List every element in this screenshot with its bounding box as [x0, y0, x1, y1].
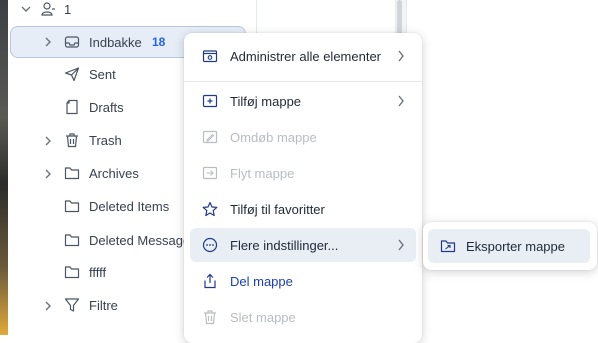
- draft-icon: [64, 99, 80, 115]
- trash-icon: [64, 132, 80, 148]
- folder-label: Indbakke: [89, 35, 142, 50]
- chevron-right-icon[interactable]: [42, 36, 54, 48]
- delete-icon: [202, 309, 218, 325]
- folder-label-deleted-messages[interactable]: Deleted Messages: [89, 233, 197, 248]
- chevron-down-icon[interactable]: [20, 3, 32, 15]
- menu-item-share-folder[interactable]: Del mappe: [190, 264, 416, 298]
- star-icon: [202, 201, 218, 217]
- folder-icon: [64, 264, 80, 280]
- menu-item-manage-all[interactable]: Administrer alle elementer: [190, 39, 416, 73]
- move-folder-icon: [202, 165, 218, 181]
- folder-label-trash[interactable]: Trash: [89, 133, 122, 148]
- send-icon: [64, 66, 80, 82]
- inbox-icon: [64, 34, 80, 50]
- menu-item-export-folder[interactable]: Eksporter mappe: [428, 229, 590, 263]
- menu-item-add-favorite[interactable]: Tilføj til favoritter: [190, 192, 416, 226]
- background-photo-edge: [0, 0, 8, 335]
- menu-item-delete-folder: Slet mappe: [190, 300, 416, 334]
- chevron-right-icon[interactable]: [42, 168, 54, 180]
- chevron-right-icon[interactable]: [42, 135, 54, 147]
- folder-context-menu: Administrer alle elementer Tilføj mappe …: [184, 33, 422, 343]
- menu-item-label: Eksporter mappe: [466, 238, 565, 254]
- folder-label-archives[interactable]: Archives: [89, 166, 139, 181]
- chevron-right-icon: [396, 95, 406, 107]
- filter-icon: [64, 297, 80, 313]
- chevron-right-icon: [396, 50, 406, 62]
- menu-item-label: Omdøb mappe: [230, 129, 317, 145]
- folder-label-sent[interactable]: Sent: [89, 67, 116, 82]
- folder-icon: [64, 198, 80, 214]
- menu-item-label: Administrer alle elementer: [230, 48, 382, 64]
- menu-item-add-folder[interactable]: Tilføj mappe: [190, 84, 416, 118]
- chevron-right-icon[interactable]: [42, 300, 54, 312]
- folder-icon: [64, 165, 80, 181]
- folder-label-deleted-items[interactable]: Deleted Items: [89, 199, 169, 214]
- menu-item-label: Flyt mappe: [230, 165, 295, 181]
- menu-item-label: Slet mappe: [230, 309, 296, 325]
- unread-count-badge: 18: [152, 35, 166, 49]
- menu-item-more-options[interactable]: Flere indstillinger...: [190, 228, 416, 262]
- menu-item-rename-folder: Omdøb mappe: [190, 120, 416, 154]
- account-label: 1: [64, 2, 72, 17]
- menu-item-label: Del mappe: [230, 273, 293, 289]
- folder-label-drafts[interactable]: Drafts: [89, 100, 124, 115]
- menu-divider: [184, 81, 422, 82]
- manage-folder-icon: [202, 48, 218, 64]
- menu-item-label: Tilføj til favoritter: [230, 201, 325, 217]
- menu-item-label: Tilføj mappe: [230, 93, 302, 109]
- more-options-submenu: Eksporter mappe: [423, 222, 597, 270]
- user-icon: [40, 1, 56, 17]
- add-folder-icon: [202, 93, 218, 109]
- folder-label-filtre[interactable]: Filtre: [89, 298, 118, 313]
- rename-folder-icon: [202, 129, 218, 145]
- folder-icon: [64, 232, 80, 248]
- menu-item-label: Flere indstillinger...: [230, 237, 339, 253]
- share-icon: [202, 273, 218, 289]
- export-folder-icon: [440, 238, 456, 254]
- more-options-icon: [202, 237, 218, 253]
- folder-label-fffff[interactable]: fffff: [89, 265, 106, 280]
- chevron-right-icon: [396, 239, 406, 251]
- menu-item-move-folder: Flyt mappe: [190, 156, 416, 190]
